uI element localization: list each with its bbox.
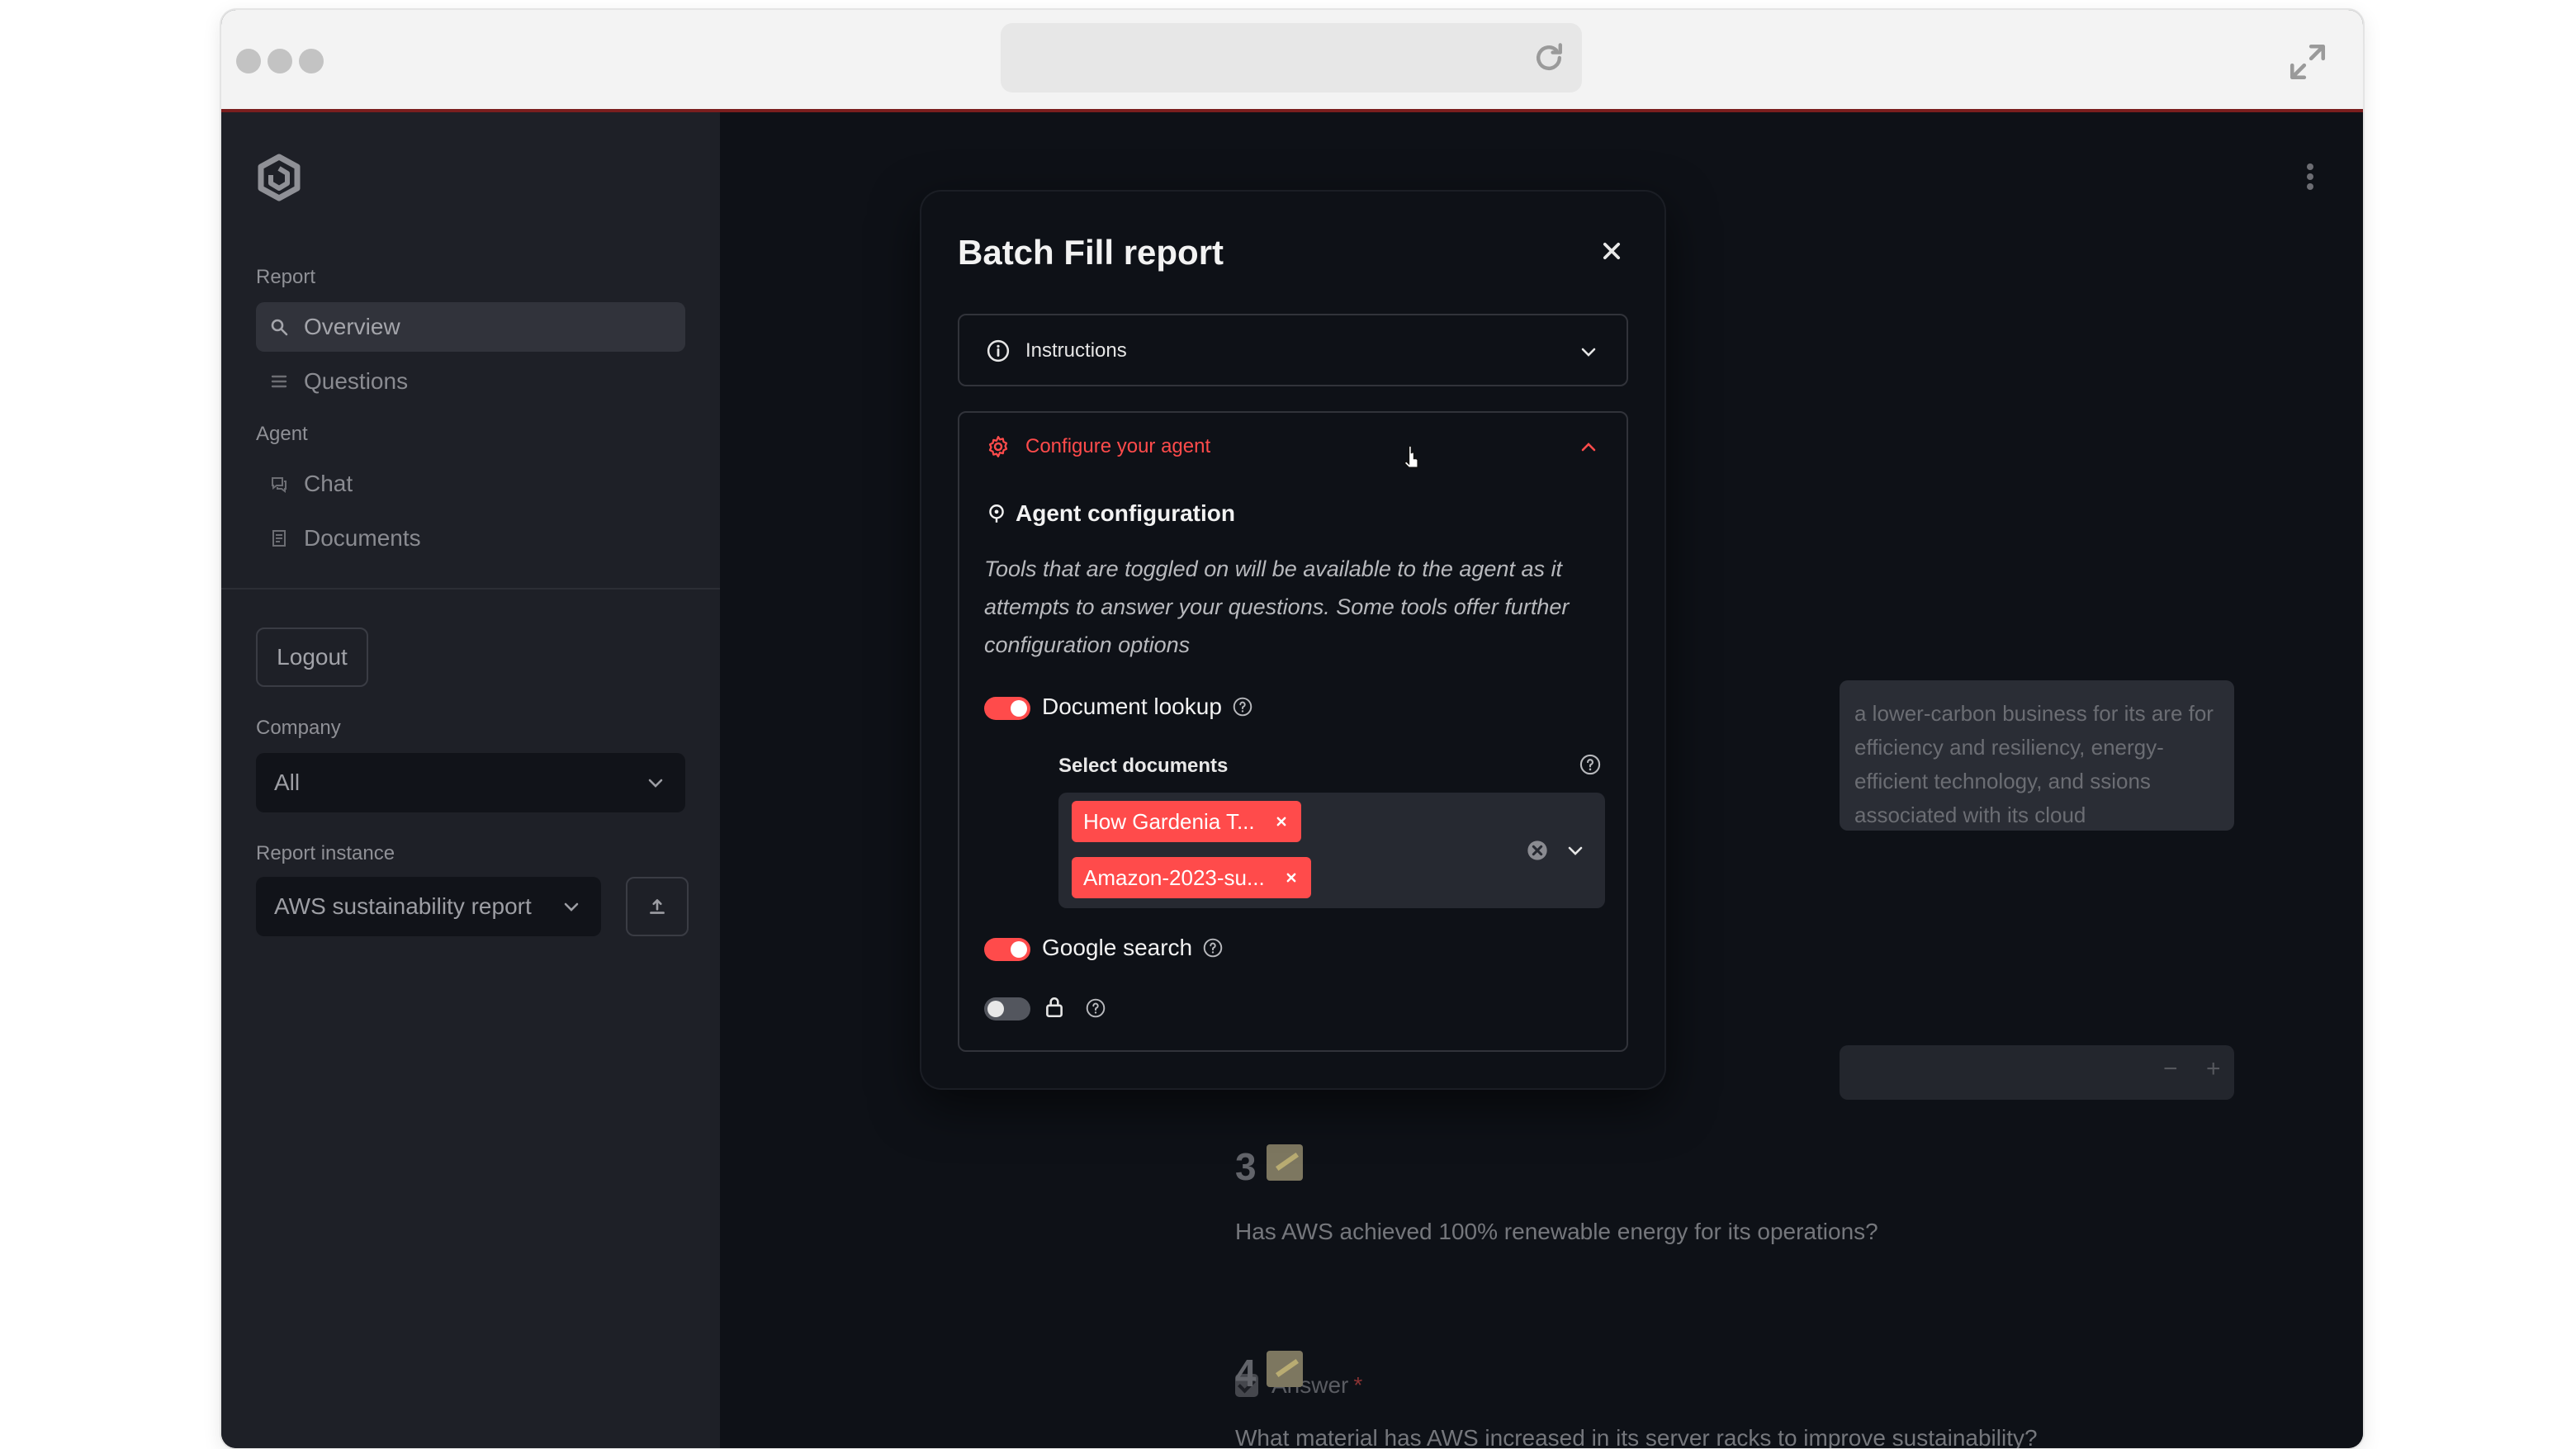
report-instance-label: Report instance [256,842,395,864]
chat-icon [272,477,286,493]
remove-tag-icon[interactable] [1273,813,1290,830]
stepper-plus-button[interactable]: + [2206,1055,2221,1083]
google-search-toggle[interactable] [984,938,1030,961]
nav-item-overview[interactable]: Overview [256,302,685,352]
upload-button[interactable] [626,877,689,936]
nav-item-chat[interactable]: Chat [256,459,685,509]
browser-chrome [221,10,2363,112]
mouse-cursor-icon [1403,446,1418,469]
help-icon[interactable] [1202,937,1224,959]
configure-agent-expander: Configure your agent Agent configuration… [958,411,1628,1052]
reload-icon[interactable] [1531,40,1567,76]
company-select[interactable]: All [256,753,685,812]
help-icon[interactable] [1085,997,1106,1019]
list-icon [271,375,287,388]
pencil-icon [1267,1351,1303,1387]
documents-icon [272,530,286,547]
document-lookup-toggle[interactable] [984,697,1030,720]
address-bar[interactable] [1001,23,1582,92]
company-label: Company [256,717,341,739]
more-options-icon[interactable] [2305,162,2315,192]
answer-text: a lower-carbon business for its are for … [1854,701,2214,827]
instructions-header[interactable]: Instructions [986,339,1127,363]
answer-textarea[interactable]: a lower-carbon business for its are for … [1840,680,2234,831]
google-search-label: Google search [1042,935,1193,960]
toggle-knob [987,1001,1004,1017]
agent-config-title: Agent configuration [986,500,1235,527]
nav-item-label: Documents [304,525,421,551]
configure-agent-label: Configure your agent [1025,435,1211,457]
modal-title: Batch Fill report [958,233,1224,272]
document-tag-label: Amazon-2023-su... [1083,864,1265,890]
question-number: 4 [1235,1352,1257,1395]
nav-item-label: Questions [304,368,409,394]
locked-tool-toggle[interactable] [984,997,1030,1020]
agent-section-label: Agent [256,423,308,445]
nav-item-label: Chat [304,471,353,496]
document-lookup-row: Document lookup [1042,694,1253,720]
search-icon [271,319,288,336]
sidebar: Report Overview Questions Agent Chat Doc… [221,112,720,1448]
document-tag-label: How Gardenia T... [1083,808,1255,834]
stepper-minus-button[interactable]: − [2163,1055,2178,1083]
info-icon [987,339,1010,362]
documents-multiselect[interactable]: How Gardenia T... Amazon-2023-su... [1058,793,1605,908]
report-instance-value: AWS sustainability report [274,893,532,919]
document-tag: Amazon-2023-su... [1072,857,1311,898]
agent-config-description: Tools that are toggled on will be availa… [984,556,1570,657]
clear-all-icon[interactable] [1526,839,1549,862]
configure-agent-header[interactable]: Configure your agent [986,434,1210,459]
document-lookup-label: Document lookup [1042,694,1222,719]
toggle-knob [1011,941,1027,958]
lock-icon [1046,997,1063,1018]
report-section-label: Report [256,266,316,288]
instructions-label: Instructions [1025,339,1127,362]
nav-item-documents[interactable]: Documents [256,514,685,563]
upload-icon [650,899,665,914]
fullscreen-icon[interactable] [2287,41,2328,83]
question-number: 3 [1235,1145,1257,1188]
company-select-value: All [274,769,301,795]
chevron-up-icon[interactable] [1579,438,1598,457]
chevron-down-icon [1581,348,1596,357]
document-tag: How Gardenia T... [1072,801,1301,842]
close-icon[interactable] [1600,239,1623,263]
window-close-dot[interactable] [236,49,261,73]
robot-icon [989,504,1004,523]
pencil-icon [1267,1144,1303,1181]
nav-item-label: Overview [304,314,400,339]
chevron-down-icon[interactable] [1565,841,1585,860]
nav-item-questions[interactable]: Questions [256,357,685,406]
app-logo-icon[interactable] [256,154,302,203]
browser-window: Report Overview Questions Agent Chat Doc… [221,10,2363,1448]
window-maximize-dot[interactable] [299,49,324,73]
help-icon[interactable] [1232,696,1253,717]
number-stepper[interactable]: − + [1840,1045,2234,1100]
help-icon[interactable] [1579,753,1602,776]
question-text: Has AWS achieved 100% renewable energy f… [1235,1219,1878,1244]
toggle-knob [1011,700,1027,717]
agent-config-title-text: Agent configuration [1016,500,1235,526]
chevron-down-icon [564,902,579,912]
logout-button[interactable]: Logout [256,627,368,687]
instructions-expander[interactable]: Instructions [958,314,1628,386]
report-instance-select[interactable]: AWS sustainability report [256,877,601,936]
select-documents-label: Select documents [1058,755,1229,777]
chevron-down-icon [648,779,663,788]
batch-fill-modal: Batch Fill report Instructions Configure… [921,192,1664,1088]
window-minimize-dot[interactable] [268,49,292,73]
sidebar-divider [221,588,720,590]
question-text: What material has AWS increased in its s… [1235,1425,2038,1448]
remove-tag-icon[interactable] [1283,869,1300,886]
required-mark: * [1353,1372,1363,1398]
gear-icon [988,436,1008,457]
google-search-row: Google search [1042,935,1224,961]
